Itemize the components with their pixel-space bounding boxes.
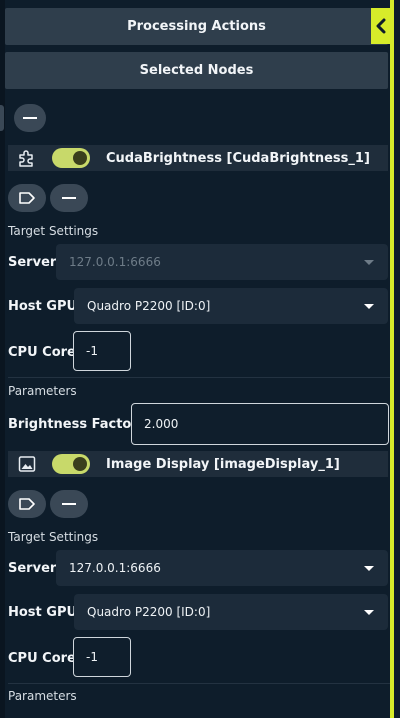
minus-icon — [62, 503, 76, 505]
divider — [8, 683, 390, 684]
chevron-down-icon — [364, 303, 374, 309]
host-gpu-value: Quadro P2200 [ID:0] — [87, 605, 211, 619]
left-tab-handle[interactable] — [0, 105, 4, 131]
parameters-label: Parameters — [8, 384, 77, 398]
node-title: CudaBrightness [CudaBrightness_1] — [106, 150, 370, 166]
chevron-down-icon — [364, 609, 374, 615]
remove-node-button[interactable] — [50, 184, 88, 212]
minus-icon — [62, 197, 76, 199]
node-title: Image Display [imageDisplay_1] — [106, 456, 340, 472]
panel-title-label: Processing Actions — [127, 19, 266, 34]
cpu-core-label: CPU Core — [8, 345, 76, 360]
minus-icon — [23, 117, 37, 119]
divider — [8, 377, 390, 378]
panel-title: Processing Actions — [5, 8, 388, 45]
cpu-core-input[interactable]: -1 — [73, 637, 131, 677]
tag-icon — [19, 192, 35, 204]
host-gpu-label: Host GPU — [8, 299, 78, 314]
brightness-factor-value: 2.000 — [144, 417, 179, 431]
tag-icon — [19, 498, 35, 510]
cpu-core-label: CPU Core — [8, 651, 76, 666]
parameters-label: Parameters — [8, 689, 77, 703]
section-header: Selected Nodes — [5, 52, 388, 89]
node-header: CudaBrightness [CudaBrightness_1] — [8, 145, 388, 171]
label-button[interactable] — [8, 184, 46, 212]
panel-accent-bar — [390, 0, 394, 718]
chevron-down-icon — [364, 259, 374, 265]
node-header: Image Display [imageDisplay_1] — [8, 451, 388, 477]
label-button[interactable] — [8, 490, 46, 518]
chevron-down-icon — [364, 565, 374, 571]
section-title: Selected Nodes — [139, 63, 254, 78]
brightness-factor-label: Brightness Factor: — [8, 417, 143, 432]
collapse-panel-button[interactable] — [371, 8, 391, 44]
puzzle-icon — [16, 147, 38, 169]
host-gpu-value: Quadro P2200 [ID:0] — [87, 299, 211, 313]
cpu-core-value: -1 — [86, 650, 98, 664]
server-label: Server — [8, 561, 57, 576]
host-gpu-label: Host GPU — [8, 605, 78, 620]
collapse-all-button[interactable] — [14, 104, 46, 132]
chevron-left-icon — [376, 18, 386, 34]
server-label: Server — [8, 255, 57, 270]
image-icon — [16, 453, 38, 475]
cpu-core-input[interactable]: -1 — [73, 331, 131, 371]
remove-node-button[interactable] — [50, 490, 88, 518]
server-value: 127.0.0.1:6666 — [69, 255, 161, 269]
server-select: 127.0.0.1:6666 — [56, 244, 388, 280]
node-enable-toggle[interactable] — [52, 148, 90, 168]
target-settings-label: Target Settings — [8, 530, 99, 544]
brightness-factor-input[interactable]: 2.000 — [131, 403, 389, 445]
server-select[interactable]: 127.0.0.1:6666 — [56, 550, 388, 586]
cpu-core-value: -1 — [86, 344, 98, 358]
host-gpu-select[interactable]: Quadro P2200 [ID:0] — [74, 288, 388, 324]
host-gpu-select[interactable]: Quadro P2200 [ID:0] — [74, 594, 388, 630]
target-settings-label: Target Settings — [8, 224, 99, 238]
node-enable-toggle[interactable] — [52, 454, 90, 474]
server-value: 127.0.0.1:6666 — [69, 561, 161, 575]
